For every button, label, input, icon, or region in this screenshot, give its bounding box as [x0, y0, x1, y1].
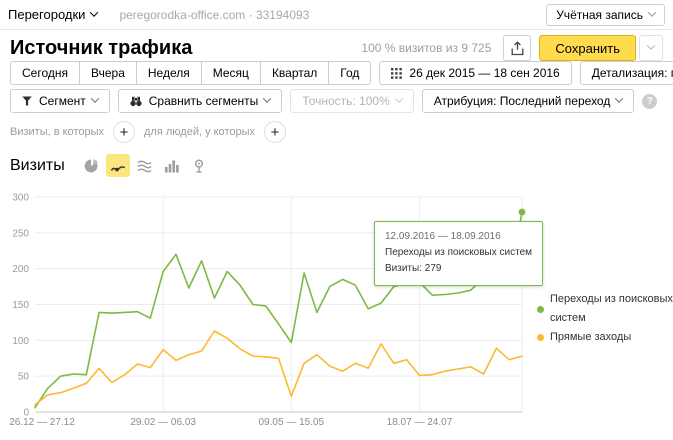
- period-tab[interactable]: Год: [328, 61, 371, 85]
- y-axis-tick-label: 200: [12, 264, 29, 275]
- segment-button[interactable]: Сегмент: [10, 89, 110, 113]
- legend-label: Прямые заходы: [550, 328, 631, 347]
- chart-header: Визиты: [10, 154, 214, 177]
- y-axis-tick-label: 50: [18, 372, 30, 383]
- legend-dot: [537, 334, 544, 341]
- period-tab-group: СегодняВчераНеделяМесяцКварталГод: [10, 61, 371, 85]
- legend-item[interactable]: Переходы из поисковых систем: [537, 290, 673, 328]
- geo-map-button[interactable]: [187, 154, 211, 177]
- counter-site-info: peregorodka-office.com · 33194093: [119, 8, 309, 22]
- pie-chart-icon: [84, 159, 98, 173]
- save-button[interactable]: Сохранить: [539, 35, 636, 61]
- segment-builder-row: Визиты, в которых + для людей, у которых…: [10, 121, 295, 143]
- segment-label: Сегмент: [39, 90, 86, 112]
- x-axis-tick-label: 29.02 — 06.03: [130, 417, 196, 428]
- funnel-icon: [22, 96, 32, 106]
- calendar-grid-icon: [391, 68, 402, 79]
- binoculars-icon: [130, 96, 142, 107]
- period-tab[interactable]: Месяц: [201, 61, 261, 85]
- period-tab[interactable]: Вчера: [79, 61, 137, 85]
- account-button-label: Учётная запись: [556, 5, 643, 25]
- project-switcher[interactable]: Перегородки: [8, 7, 97, 22]
- date-range-label: 26 дек 2015 — 18 сен 2016: [409, 62, 559, 84]
- chevron-down-icon: [263, 94, 271, 102]
- x-axis-tick-label: 26.12 — 27.12: [9, 417, 75, 428]
- help-icon[interactable]: ?: [642, 94, 657, 109]
- stacked-area-icon: [137, 159, 152, 173]
- visits-share-label: 100 % визитов из 9 725: [361, 41, 491, 55]
- pie-chart-button[interactable]: [79, 154, 103, 177]
- metric-label: Визиты: [10, 157, 65, 175]
- period-controls: СегодняВчераНеделяМесяцКварталГод 26 дек…: [10, 61, 673, 85]
- attribution-label: Атрибуция: Последний переход: [434, 90, 611, 112]
- compare-segments-button[interactable]: Сравнить сегменты: [118, 89, 283, 113]
- x-axis-tick-label: 09.05 — 15.05: [259, 417, 325, 428]
- people-condition-label: для людей, у которых: [144, 126, 255, 138]
- chart-legend: Переходы из поисковых системПрямые заход…: [537, 290, 673, 347]
- chevron-down-icon: [615, 94, 623, 102]
- detalization-button[interactable]: Детализация: по неделям: [580, 61, 673, 85]
- chevron-down-icon: [91, 94, 99, 102]
- period-tab[interactable]: Квартал: [260, 61, 329, 85]
- page-title: Источник трафика: [10, 37, 192, 60]
- attribution-button[interactable]: Атрибуция: Последний переход: [422, 89, 635, 113]
- export-icon: [511, 41, 524, 56]
- detalization-label: Детализация: по неделям: [592, 62, 673, 84]
- top-bar: Перегородки peregorodka-office.com · 331…: [0, 0, 673, 30]
- x-axis-tick-label: 18.07 — 24.07: [387, 417, 453, 428]
- y-axis-tick-label: 250: [12, 228, 29, 239]
- chevron-down-icon: [90, 8, 98, 16]
- legend-dot: [537, 306, 544, 313]
- period-tab[interactable]: Сегодня: [10, 61, 80, 85]
- tooltip-period: 12.09.2016 — 18.09.2016: [385, 229, 532, 245]
- stacked-area-chart-button[interactable]: [133, 154, 157, 177]
- legend-item[interactable]: Прямые заходы: [537, 328, 673, 347]
- y-axis-tick-label: 100: [12, 336, 29, 347]
- hovered-point-marker: [519, 209, 526, 216]
- chart-tooltip: 12.09.2016 — 18.09.2016 Переходы из поис…: [374, 221, 543, 286]
- line-chart-icon: [110, 159, 126, 173]
- account-button[interactable]: Учётная запись: [546, 4, 665, 26]
- add-people-condition-button[interactable]: +: [264, 121, 286, 143]
- date-range-button[interactable]: 26 дек 2015 — 18 сен 2016: [379, 61, 571, 85]
- report-header: Источник трафика 100 % визитов из 9 725 …: [0, 33, 673, 63]
- metrica-report-page: Перегородки peregorodka-office.com · 331…: [0, 0, 673, 440]
- chevron-down-icon: [647, 41, 655, 49]
- geo-pin-icon: [193, 159, 205, 173]
- compare-segments-label: Сравнить сегменты: [149, 90, 259, 112]
- column-chart-icon: [164, 159, 179, 173]
- column-chart-button[interactable]: [160, 154, 184, 177]
- chart-area: 05010015020025030026.12 — 27.1229.02 — 0…: [0, 186, 673, 440]
- tooltip-value: Визиты: 279: [385, 261, 532, 277]
- visits-condition-label: Визиты, в которых: [10, 126, 104, 138]
- line-chart-button[interactable]: [106, 154, 130, 177]
- accuracy-label: Точность: 100%: [302, 90, 389, 112]
- filter-controls: Сегмент Сравнить сегменты Точность: 100%: [10, 89, 657, 113]
- series-line: [35, 331, 522, 405]
- chevron-down-icon: [395, 94, 403, 102]
- accuracy-button[interactable]: Точность: 100%: [290, 89, 413, 113]
- y-axis-tick-label: 300: [12, 193, 29, 204]
- export-button[interactable]: [503, 35, 531, 61]
- save-more-button[interactable]: [639, 35, 663, 61]
- project-name: Перегородки: [8, 7, 85, 22]
- tooltip-series-name: Переходы из поисковых систем: [385, 245, 532, 261]
- y-axis-tick-label: 150: [12, 300, 29, 311]
- add-visit-condition-button[interactable]: +: [113, 121, 135, 143]
- period-tab[interactable]: Неделя: [136, 61, 202, 85]
- chevron-down-icon: [648, 8, 656, 16]
- legend-label: Переходы из поисковых систем: [550, 290, 673, 328]
